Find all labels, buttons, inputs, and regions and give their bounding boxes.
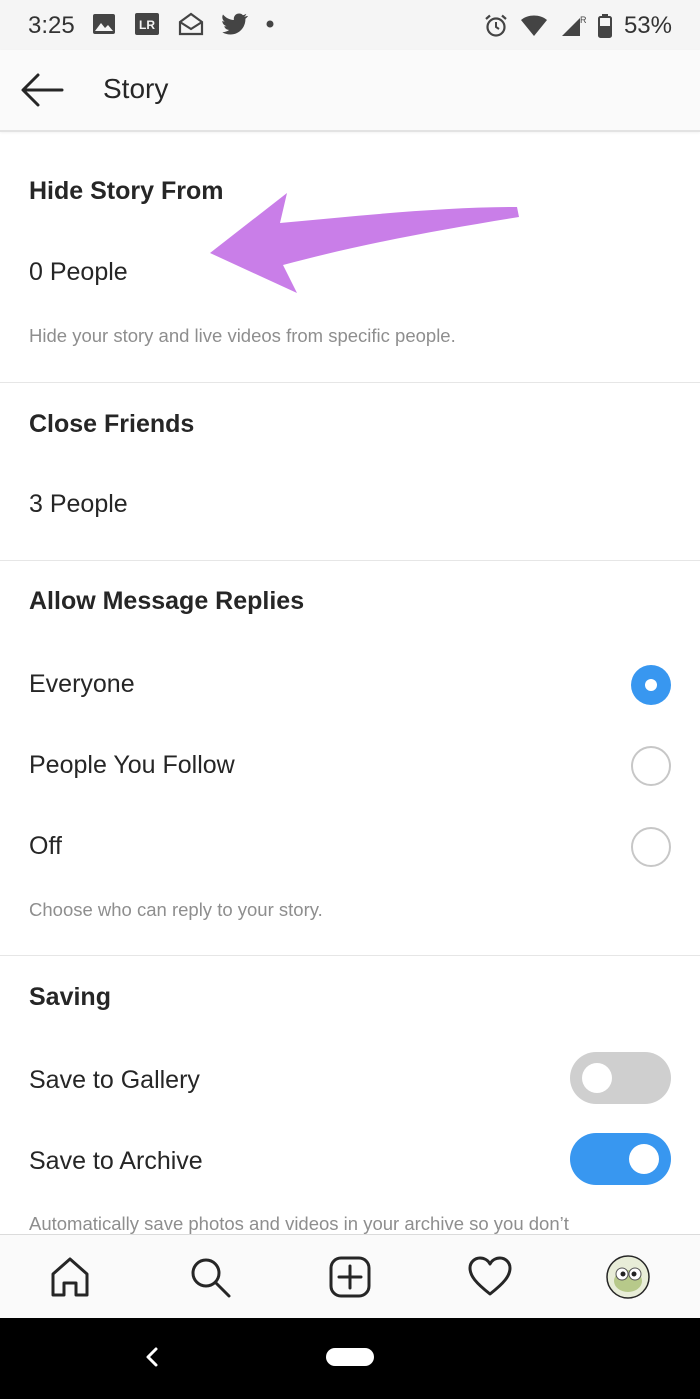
lightroom-icon: LR [135,13,159,35]
save-to-archive-toggle[interactable] [570,1133,671,1185]
radio-everyone[interactable] [631,665,671,705]
add-post-icon[interactable] [328,1255,372,1299]
image-icon [93,14,115,34]
radio-people-you-follow[interactable] [631,746,671,786]
reply-option-everyone[interactable]: Everyone [29,670,135,699]
battery-percentage: 53% [623,12,672,39]
message-replies-title: Allow Message Replies [29,587,305,615]
hide-story-title: Hide Story From [29,177,224,205]
system-nav-bar [0,1318,700,1399]
hide-story-hint: Hide your story and live videos from spe… [29,325,456,346]
toggle-knob [629,1144,659,1174]
status-time: 3:25 [28,12,75,39]
wifi-icon [520,15,547,36]
message-replies-section: Allow Message Replies Everyone People Yo… [0,561,700,956]
nav-back-icon[interactable] [144,1346,160,1368]
battery-icon [597,14,612,38]
search-icon[interactable] [188,1255,232,1299]
reply-option-off[interactable]: Off [29,832,62,861]
app-header: Story [0,50,700,132]
saving-section: Saving Save to Gallery Save to Archive A… [0,956,700,1234]
back-button[interactable] [18,70,66,110]
message-replies-hint: Choose who can reply to your story. [29,899,323,920]
svg-text:LR: LR [139,18,155,32]
bottom-tab-bar [0,1234,700,1319]
reply-option-people-you-follow[interactable]: People You Follow [29,751,235,780]
save-to-gallery-label: Save to Gallery [29,1066,200,1094]
mail-icon [178,12,204,36]
annotation-arrow-icon [210,193,519,293]
page-title: Story [103,73,169,104]
close-friends-section: Close Friends 3 People [0,383,700,561]
home-icon[interactable] [48,1255,92,1299]
signal-icon: R [561,15,586,36]
radio-off[interactable] [631,827,671,867]
profile-avatar-icon[interactable] [606,1255,650,1299]
nav-home-pill-icon[interactable] [326,1348,374,1366]
save-to-archive-label: Save to Archive [29,1147,203,1175]
heart-icon[interactable] [468,1255,512,1299]
toggle-knob [582,1063,612,1093]
status-bar: 3:25 LR R 53% [0,0,700,50]
save-to-gallery-toggle[interactable] [570,1052,671,1104]
saving-title: Saving [29,983,111,1011]
back-arrow-icon [21,73,64,107]
twitter-icon [222,13,248,35]
saving-hint: Automatically save photos and videos in … [29,1213,569,1234]
svg-text:R: R [580,15,586,25]
close-friends-title: Close Friends [29,410,195,438]
alarm-icon [485,14,507,37]
hide-story-people-row[interactable]: 0 People [29,258,128,287]
dot-icon [266,20,274,28]
close-friends-row[interactable]: 3 People [29,490,128,519]
